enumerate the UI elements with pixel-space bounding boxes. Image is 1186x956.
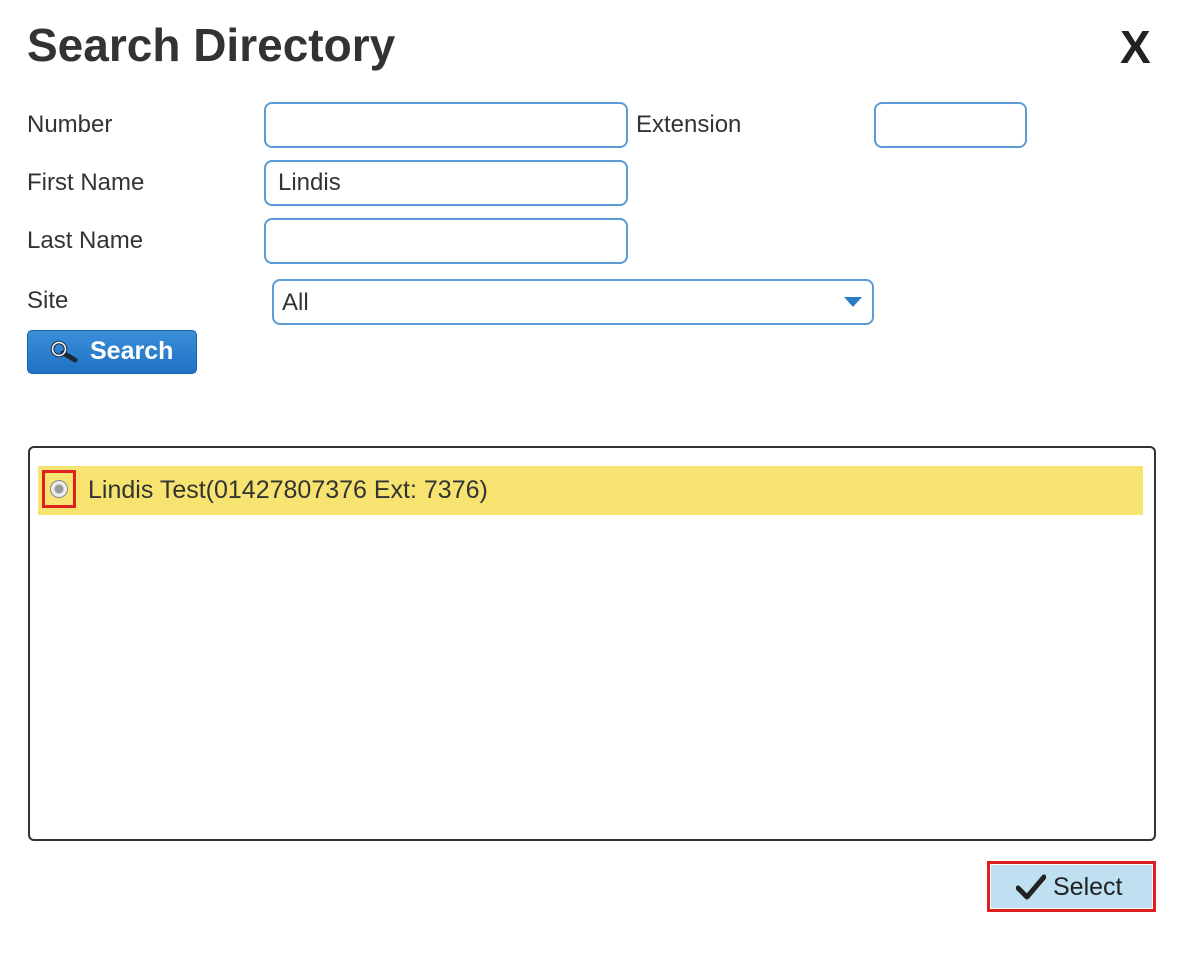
first-name-label: First Name — [27, 169, 145, 196]
search-button[interactable]: Search — [27, 330, 197, 374]
site-selected-value: All — [282, 289, 309, 316]
results-list: Lindis Test(01427807376 Ext: 7376) — [28, 446, 1156, 841]
number-input[interactable] — [264, 102, 628, 148]
checkmark-icon — [1015, 874, 1047, 900]
last-name-input[interactable] — [264, 218, 628, 264]
extension-label: Extension — [636, 111, 742, 138]
result-label: Lindis Test(01427807376 Ext: 7376) — [88, 476, 488, 504]
search-icon — [50, 340, 80, 364]
last-name-label: Last Name — [27, 227, 144, 254]
chevron-down-icon — [844, 297, 862, 307]
search-button-label: Search — [90, 337, 174, 365]
number-label: Number — [27, 111, 113, 138]
first-name-input[interactable] — [264, 160, 628, 206]
select-button-body: Select — [991, 865, 1152, 908]
result-radio[interactable] — [50, 480, 68, 498]
extension-input[interactable] — [874, 102, 1027, 148]
site-select[interactable]: All — [272, 279, 874, 325]
dialog-title: Search Directory — [27, 19, 396, 71]
close-button[interactable]: X — [1120, 24, 1151, 70]
result-radio-highlight — [42, 470, 76, 508]
select-button[interactable]: Select — [987, 861, 1156, 912]
select-button-label: Select — [1053, 873, 1123, 901]
list-item[interactable]: Lindis Test(01427807376 Ext: 7376) — [38, 466, 1143, 515]
site-label: Site — [27, 287, 69, 314]
